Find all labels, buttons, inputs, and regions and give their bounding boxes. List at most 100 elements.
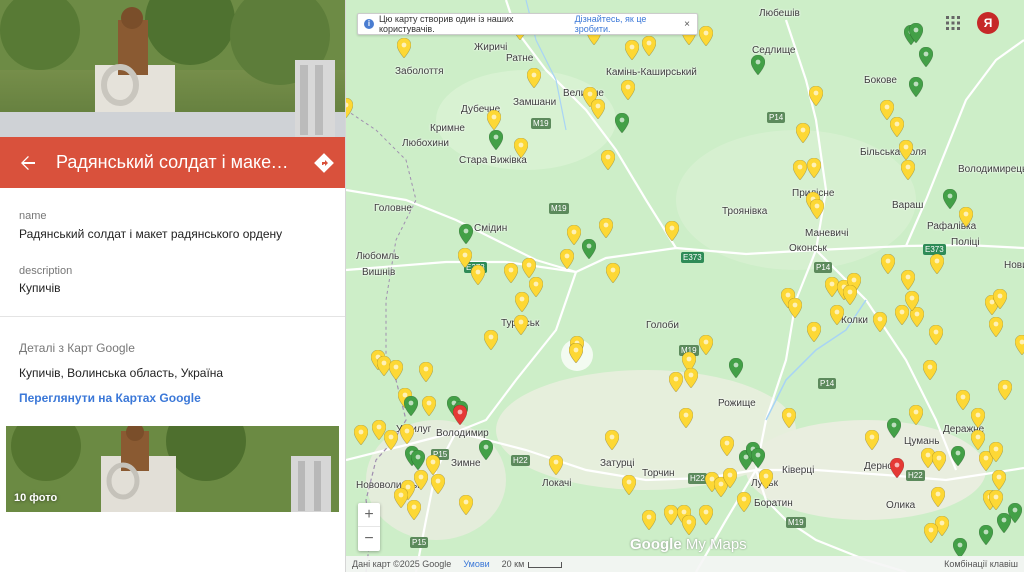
learn-how-link[interactable]: Дізнайтесь, як це зробити. — [575, 14, 685, 34]
green-place-marker[interactable] — [919, 47, 933, 67]
yellow-place-marker[interactable] — [971, 430, 985, 450]
yellow-place-marker[interactable] — [354, 425, 368, 445]
yellow-place-marker[interactable] — [865, 430, 879, 450]
yellow-place-marker[interactable] — [407, 500, 421, 520]
yellow-place-marker[interactable] — [932, 451, 946, 471]
green-place-marker[interactable] — [909, 23, 923, 43]
green-place-marker[interactable] — [953, 538, 967, 558]
yellow-place-marker[interactable] — [807, 158, 821, 178]
yellow-place-marker[interactable] — [419, 362, 433, 382]
yellow-place-marker[interactable] — [514, 315, 528, 335]
green-place-marker[interactable] — [979, 525, 993, 545]
yellow-place-marker[interactable] — [459, 495, 473, 515]
yellow-place-marker[interactable] — [759, 469, 773, 489]
green-place-marker[interactable] — [951, 446, 965, 466]
yellow-place-marker[interactable] — [522, 258, 536, 278]
yellow-place-marker[interactable] — [807, 322, 821, 342]
yellow-place-marker[interactable] — [843, 285, 857, 305]
yellow-place-marker[interactable] — [679, 408, 693, 428]
yellow-place-marker[interactable] — [899, 140, 913, 160]
yellow-place-marker[interactable] — [993, 289, 1007, 309]
yellow-place-marker[interactable] — [397, 38, 411, 58]
yellow-place-marker[interactable] — [622, 475, 636, 495]
apps-grid-button[interactable] — [946, 16, 960, 30]
selected-marker[interactable] — [890, 458, 904, 478]
yellow-place-marker[interactable] — [664, 505, 678, 525]
green-place-marker[interactable] — [1008, 503, 1022, 523]
yellow-place-marker[interactable] — [699, 26, 713, 46]
yellow-place-marker[interactable] — [989, 490, 1003, 510]
yellow-place-marker[interactable] — [665, 221, 679, 241]
yellow-place-marker[interactable] — [809, 86, 823, 106]
yellow-place-marker[interactable] — [515, 292, 529, 312]
yellow-place-marker[interactable] — [881, 254, 895, 274]
yellow-place-marker[interactable] — [669, 372, 683, 392]
green-place-marker[interactable] — [404, 396, 418, 416]
yellow-place-marker[interactable] — [931, 487, 945, 507]
yellow-place-marker[interactable] — [959, 207, 973, 227]
yellow-place-marker[interactable] — [810, 199, 824, 219]
yellow-place-marker[interactable] — [737, 492, 751, 512]
yellow-place-marker[interactable] — [384, 430, 398, 450]
yellow-place-marker[interactable] — [901, 160, 915, 180]
yellow-place-marker[interactable] — [929, 325, 943, 345]
yellow-place-marker[interactable] — [873, 312, 887, 332]
green-place-marker[interactable] — [489, 130, 503, 150]
yellow-place-marker[interactable] — [400, 424, 414, 444]
yellow-place-marker[interactable] — [793, 160, 807, 180]
green-place-marker[interactable] — [943, 189, 957, 209]
yellow-place-marker[interactable] — [905, 291, 919, 311]
yellow-place-marker[interactable] — [642, 510, 656, 530]
close-icon[interactable]: × — [684, 19, 690, 30]
terms-link[interactable]: Умови — [463, 559, 489, 569]
keyboard-shortcuts-link[interactable]: Комбінації клавіш — [944, 559, 1018, 569]
yellow-place-marker[interactable] — [788, 298, 802, 318]
yellow-place-marker[interactable] — [599, 218, 613, 238]
yellow-place-marker[interactable] — [471, 265, 485, 285]
yellow-place-marker[interactable] — [431, 474, 445, 494]
directions-button[interactable] — [302, 137, 345, 188]
account-avatar[interactable]: Я — [977, 12, 999, 34]
yellow-place-marker[interactable] — [529, 277, 543, 297]
selected-marker[interactable] — [453, 405, 467, 425]
green-place-marker[interactable] — [615, 113, 629, 133]
green-place-marker[interactable] — [887, 418, 901, 438]
yellow-place-marker[interactable] — [642, 36, 656, 56]
yellow-place-marker[interactable] — [699, 505, 713, 525]
green-place-marker[interactable] — [751, 55, 765, 75]
yellow-place-marker[interactable] — [625, 40, 639, 60]
yellow-place-marker[interactable] — [684, 368, 698, 388]
green-place-marker[interactable] — [751, 448, 765, 468]
green-place-marker[interactable] — [459, 224, 473, 244]
yellow-place-marker[interactable] — [484, 330, 498, 350]
yellow-place-marker[interactable] — [830, 305, 844, 325]
yellow-place-marker[interactable] — [1015, 335, 1024, 355]
yellow-place-marker[interactable] — [591, 99, 605, 119]
yellow-place-marker[interactable] — [989, 317, 1003, 337]
yellow-place-marker[interactable] — [527, 68, 541, 88]
green-place-marker[interactable] — [909, 77, 923, 97]
yellow-place-marker[interactable] — [901, 270, 915, 290]
yellow-place-marker[interactable] — [699, 335, 713, 355]
yellow-place-marker[interactable] — [458, 248, 472, 268]
yellow-place-marker[interactable] — [992, 470, 1006, 490]
yellow-place-marker[interactable] — [487, 110, 501, 130]
zoom-in-button[interactable]: + — [358, 503, 380, 527]
yellow-place-marker[interactable] — [346, 98, 353, 118]
yellow-place-marker[interactable] — [389, 360, 403, 380]
yellow-place-marker[interactable] — [394, 488, 408, 508]
yellow-place-marker[interactable] — [422, 396, 436, 416]
yellow-place-marker[interactable] — [998, 380, 1012, 400]
yellow-place-marker[interactable] — [601, 150, 615, 170]
map-canvas[interactable]: Заболоття Жиричі Ратне Камінь-Каширський… — [346, 0, 1024, 572]
yellow-place-marker[interactable] — [989, 442, 1003, 462]
yellow-place-marker[interactable] — [909, 405, 923, 425]
yellow-place-marker[interactable] — [930, 254, 944, 274]
zoom-out-button[interactable]: − — [358, 527, 380, 551]
yellow-place-marker[interactable] — [720, 436, 734, 456]
yellow-place-marker[interactable] — [971, 408, 985, 428]
yellow-place-marker[interactable] — [956, 390, 970, 410]
hero-photo[interactable] — [0, 0, 345, 137]
yellow-place-marker[interactable] — [560, 249, 574, 269]
yellow-place-marker[interactable] — [923, 360, 937, 380]
